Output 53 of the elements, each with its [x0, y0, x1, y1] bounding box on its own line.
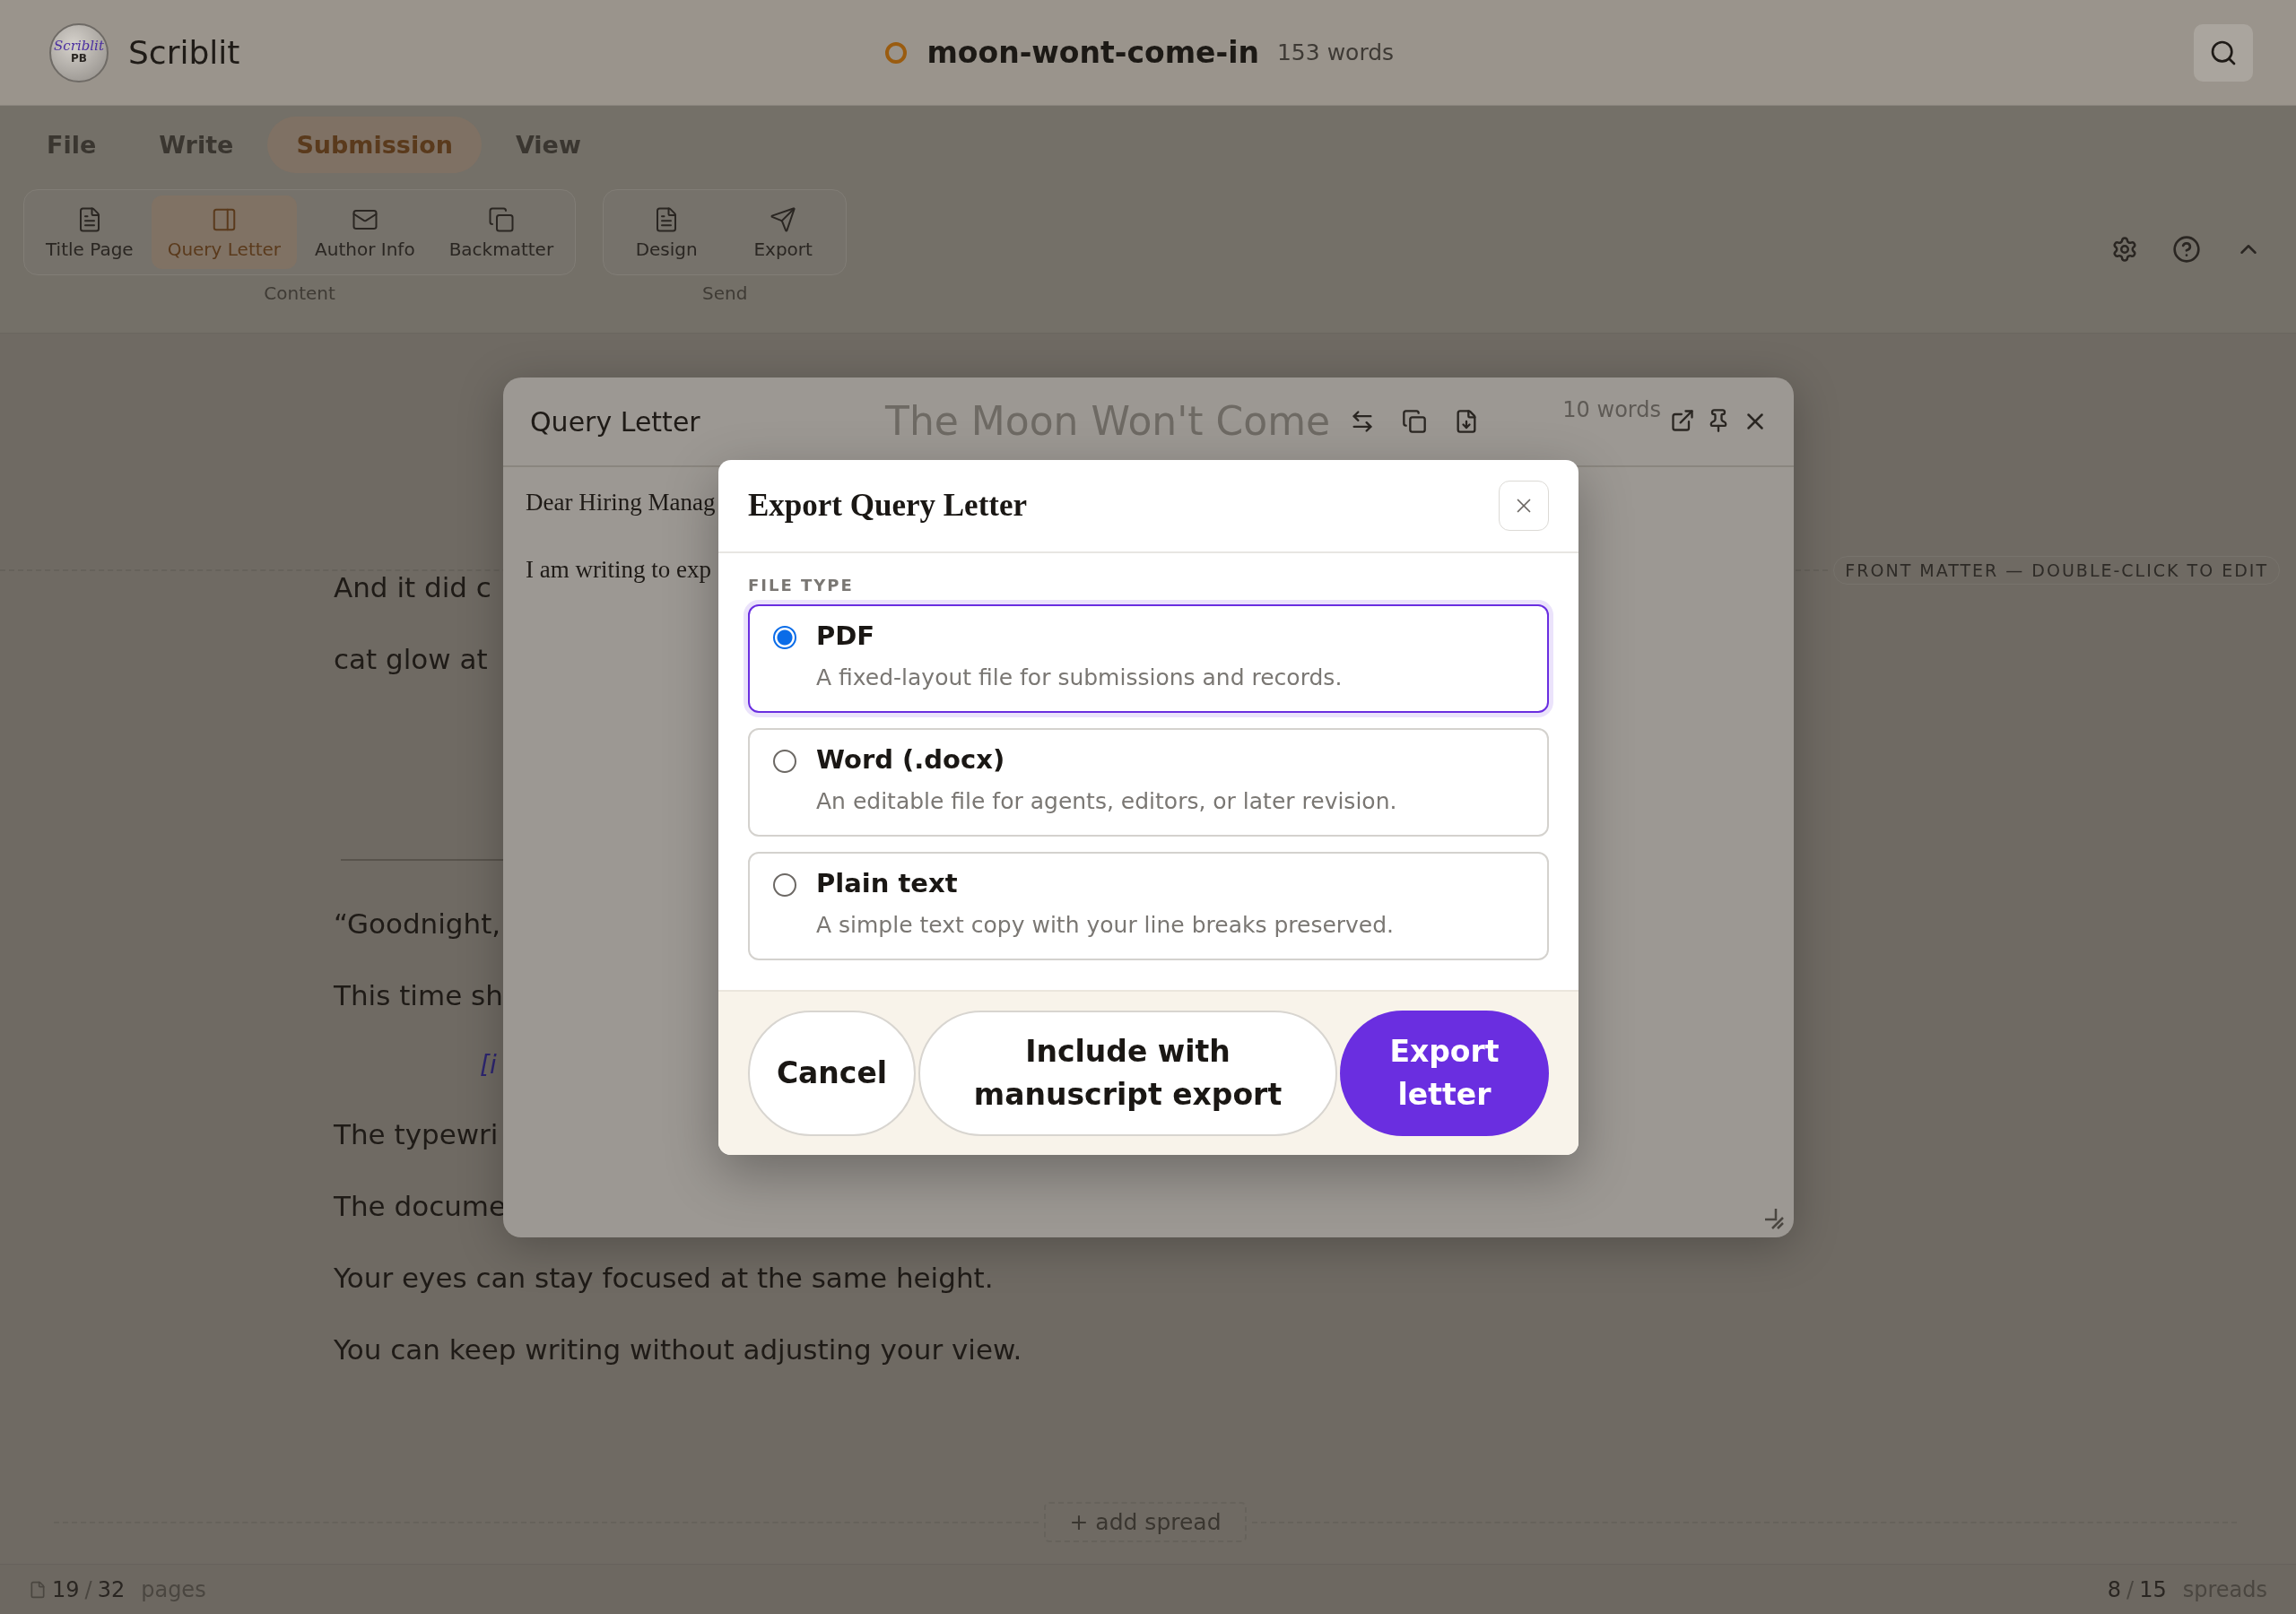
radio-button[interactable] — [773, 873, 796, 897]
ribbon-button[interactable]: Title Page — [30, 195, 150, 269]
section-label: FILE TYPE — [748, 576, 855, 594]
story-text: This time sh — [334, 979, 503, 1011]
ribbon-button[interactable]: Export — [726, 195, 841, 269]
radio-button[interactable] — [773, 626, 796, 649]
panel-title: Query Letter — [530, 405, 701, 438]
count-separator: / — [84, 1576, 92, 1602]
export-button[interactable]: Export letter — [1340, 1011, 1549, 1136]
app-logo: Scriblit PB — [49, 22, 109, 82]
page-icon — [29, 1580, 47, 1599]
menu-tab[interactable]: File — [18, 117, 126, 173]
story-text: And it did c — [334, 571, 491, 603]
illustration-note: [i — [480, 1050, 497, 1080]
count-total: 32 — [97, 1576, 126, 1602]
count-separator: / — [2126, 1576, 2135, 1602]
settings-icon[interactable] — [2111, 236, 2138, 263]
panel-word-count: 10 words — [1562, 397, 1661, 422]
help-icon[interactable] — [2172, 235, 2201, 264]
story-text: Your eyes can stay focused at the same height. — [334, 1262, 994, 1294]
story-text: The docume — [334, 1190, 507, 1222]
app-name: Scriblit — [128, 34, 240, 71]
letter-text: Dear Hiring Manag — [526, 489, 716, 516]
copies-icon — [487, 206, 515, 233]
story-text: You can keep writing without adjusting your view. — [334, 1333, 1022, 1366]
menu-tab[interactable]: View — [486, 117, 610, 173]
ribbon-button[interactable]: Author Info — [299, 195, 431, 269]
ribbon-button[interactable]: Backmatter — [432, 195, 570, 269]
dialog-title: Export Query Letter — [748, 488, 1028, 524]
count-current: 8 — [2107, 1576, 2122, 1602]
radio-button[interactable] — [773, 750, 796, 773]
file-type-option[interactable]: Plain text A simple text copy with your line breaks preserved. — [748, 852, 1549, 960]
count-total: 15 — [2139, 1576, 2167, 1602]
count-current: 19 — [52, 1576, 80, 1602]
story-text: The typewri — [334, 1118, 499, 1150]
copy-icon[interactable] — [1402, 409, 1428, 434]
dialog-button[interactable]: Include with manuscript export — [918, 1011, 1337, 1136]
letter-text: I am writing to exp — [526, 556, 711, 583]
status-ring-icon — [885, 41, 908, 64]
search-button[interactable] — [2194, 23, 2253, 82]
story-text: “Goodnight, — [334, 907, 501, 940]
document-title: moon-wont-come-in — [926, 35, 1259, 70]
dialog-button[interactable]: Cancel — [748, 1011, 916, 1136]
menu-tab[interactable]: Submission — [267, 117, 482, 173]
ribbon-button[interactable]: Query Letter — [151, 195, 298, 269]
close-button[interactable] — [1499, 481, 1549, 531]
story-text: cat glow at — [334, 643, 488, 675]
word-count: 153 words — [1276, 39, 1395, 65]
ribbon-button[interactable]: Design — [609, 195, 725, 269]
file-type-option[interactable]: Word (.docx) An editable file for agents, editors, or later revision. — [748, 728, 1549, 837]
menu-tab[interactable]: Write — [130, 117, 263, 173]
front-matter-label[interactable]: FRONT MATTER — DOUBLE-CLICK TO EDIT — [1833, 556, 2280, 585]
paper-plane-icon — [770, 206, 797, 233]
